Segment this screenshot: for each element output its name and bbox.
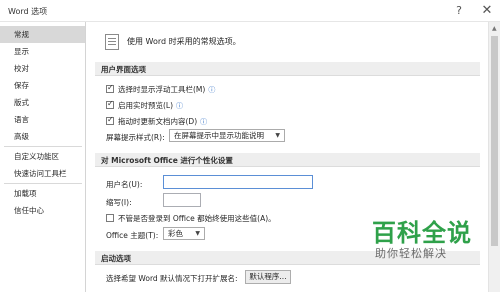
sidebar-divider: [4, 183, 82, 184]
info-icon: ⓘ: [176, 102, 184, 110]
section-title: 用户界面选项: [101, 65, 146, 74]
office-theme-value: 彩色: [168, 229, 183, 238]
option-live-preview[interactable]: 启用实时预览(L)ⓘ: [106, 99, 184, 111]
default-extensions-label: 选择希望 Word 默认情况下打开扩展名:: [106, 274, 238, 283]
scrollbar-thumb[interactable]: [491, 36, 498, 246]
vertical-scrollbar[interactable]: ▲: [488, 22, 500, 292]
window-title: Word 选项: [8, 7, 48, 16]
section-title: 对 Microsoft Office 进行个性化设置: [101, 156, 233, 165]
info-icon: ⓘ: [208, 86, 216, 94]
sidebar-item-language[interactable]: 语言: [0, 111, 85, 128]
username-label: 用户名(U):: [106, 180, 143, 189]
help-button[interactable]: ?: [450, 3, 468, 19]
sidebar-item-customize-ribbon[interactable]: 自定义功能区: [0, 148, 85, 165]
initials-input[interactable]: [163, 193, 201, 207]
section-header-ui-options: 用户界面选项: [95, 62, 480, 76]
office-theme-label: Office 主题(T):: [106, 231, 159, 240]
watermark-title: 百科全说: [372, 219, 472, 247]
options-sidebar: 常规 显示 校对 保存 版式 语言 高级 自定义功能区 快速访问工具栏 加载项 …: [0, 22, 86, 292]
sidebar-item-general[interactable]: 常规: [0, 26, 85, 43]
always-use-values-label: 不管是否登录到 Office 都始终使用这些值(A)。: [118, 214, 276, 223]
info-icon: ⓘ: [200, 118, 208, 126]
sidebar-item-proofing[interactable]: 校对: [0, 60, 85, 77]
sidebar-item-add-ins[interactable]: 加载项: [0, 185, 85, 202]
default-programs-button[interactable]: 默认程序...: [245, 270, 291, 284]
option-update-while-dragging[interactable]: 拖动时更新文档内容(D)ⓘ: [106, 115, 208, 127]
floating-toolbar-label: 选择时显示浮动工具栏(M): [118, 85, 206, 94]
close-button[interactable]: ✕: [478, 3, 496, 19]
section-title: 启动选项: [101, 254, 131, 263]
sidebar-item-advanced[interactable]: 高级: [0, 128, 85, 145]
page-title: 使用 Word 时采用的常规选项。: [127, 37, 241, 46]
sidebar-divider: [4, 146, 82, 147]
initials-label: 缩写(I):: [106, 198, 132, 207]
update-while-dragging-checkbox[interactable]: [106, 115, 114, 125]
sidebar-item-layout[interactable]: 版式: [0, 94, 85, 111]
sidebar-item-quick-access-toolbar[interactable]: 快速访问工具栏: [0, 165, 85, 182]
title-bar: Word 选项 ? ✕: [0, 0, 500, 22]
live-preview-label: 启用实时预览(L): [118, 101, 174, 110]
sidebar-item-display[interactable]: 显示: [0, 43, 85, 60]
section-header-personalize: 对 Microsoft Office 进行个性化设置: [95, 153, 480, 167]
screentip-style-label: 屏幕提示样式(R):: [106, 133, 165, 142]
screentip-style-select[interactable]: 在屏幕提示中显示功能说明 ▼: [169, 129, 285, 142]
options-page-icon: [105, 34, 119, 50]
chevron-down-icon: ▼: [195, 230, 200, 237]
office-theme-select[interactable]: 彩色 ▼: [163, 227, 205, 240]
live-preview-checkbox[interactable]: [106, 99, 114, 109]
floating-toolbar-checkbox[interactable]: [106, 83, 114, 93]
option-always-use-values[interactable]: 不管是否登录到 Office 都始终使用这些值(A)。: [106, 213, 276, 224]
update-while-dragging-label: 拖动时更新文档内容(D): [118, 117, 198, 126]
sidebar-item-save[interactable]: 保存: [0, 77, 85, 94]
chevron-down-icon: ▼: [275, 132, 280, 139]
always-use-values-checkbox[interactable]: [106, 214, 114, 222]
screentip-style-value: 在屏幕提示中显示功能说明: [174, 131, 264, 140]
scroll-up-icon[interactable]: ▲: [492, 25, 497, 32]
option-floating-toolbar[interactable]: 选择时显示浮动工具栏(M)ⓘ: [106, 83, 216, 95]
sidebar-item-trust-center[interactable]: 信任中心: [0, 202, 85, 219]
watermark-subtitle: 助你轻松解决: [375, 247, 447, 260]
username-input[interactable]: [163, 175, 313, 189]
